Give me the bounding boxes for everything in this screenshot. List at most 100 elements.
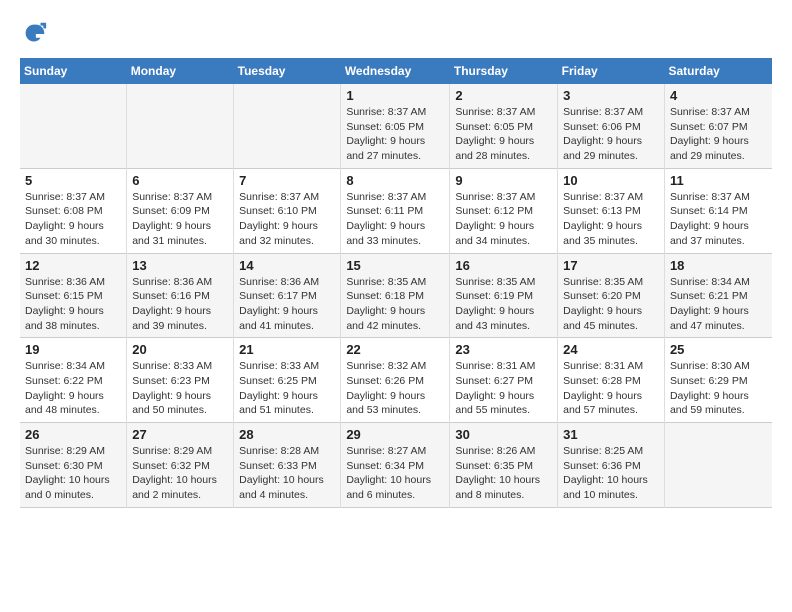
day-number: 10 <box>563 173 659 188</box>
calendar-cell: 4 Sunrise: 8:37 AM Sunset: 6:07 PM Daylig… <box>664 84 772 168</box>
day-number: 4 <box>670 88 767 103</box>
calendar-cell: 3 Sunrise: 8:37 AM Sunset: 6:06 PM Daylig… <box>558 84 665 168</box>
day-info: Sunrise: 8:36 AM Sunset: 6:16 PM Dayligh… <box>132 275 228 334</box>
day-number: 19 <box>25 342 121 357</box>
day-info: Sunrise: 8:34 AM Sunset: 6:22 PM Dayligh… <box>25 359 121 418</box>
day-info: Sunrise: 8:27 AM Sunset: 6:34 PM Dayligh… <box>346 444 444 503</box>
calendar-cell: 29 Sunrise: 8:27 AM Sunset: 6:34 PM Dayli… <box>341 423 450 508</box>
weekday-header: Sunday <box>20 58 127 84</box>
day-number: 8 <box>346 173 444 188</box>
weekday-header: Thursday <box>450 58 558 84</box>
weekday-header: Wednesday <box>341 58 450 84</box>
day-number: 3 <box>563 88 659 103</box>
calendar-cell <box>20 84 127 168</box>
day-number: 28 <box>239 427 335 442</box>
calendar-cell: 17 Sunrise: 8:35 AM Sunset: 6:20 PM Dayli… <box>558 253 665 338</box>
calendar-week-row: 12 Sunrise: 8:36 AM Sunset: 6:15 PM Dayli… <box>20 253 772 338</box>
day-info: Sunrise: 8:35 AM Sunset: 6:18 PM Dayligh… <box>346 275 444 334</box>
day-info: Sunrise: 8:35 AM Sunset: 6:19 PM Dayligh… <box>455 275 552 334</box>
calendar-cell: 23Sunrise: 8:31 AM Sunset: 6:27 PM Dayli… <box>450 338 558 423</box>
calendar-cell: 15Sunrise: 8:35 AM Sunset: 6:18 PM Dayli… <box>341 253 450 338</box>
calendar-week-row: 5 Sunrise: 8:37 AM Sunset: 6:08 PM Daylig… <box>20 168 772 253</box>
calendar-cell: 31 Sunrise: 8:25 AM Sunset: 6:36 PM Dayli… <box>558 423 665 508</box>
calendar-cell <box>127 84 234 168</box>
day-number: 22 <box>346 342 444 357</box>
weekday-header: Monday <box>127 58 234 84</box>
calendar-cell: 27Sunrise: 8:29 AM Sunset: 6:32 PM Dayli… <box>127 423 234 508</box>
day-info: Sunrise: 8:36 AM Sunset: 6:15 PM Dayligh… <box>25 275 121 334</box>
day-info: Sunrise: 8:37 AM Sunset: 6:06 PM Dayligh… <box>563 105 659 164</box>
day-number: 2 <box>455 88 552 103</box>
day-number: 5 <box>25 173 121 188</box>
calendar-cell: 6Sunrise: 8:37 AM Sunset: 6:09 PM Daylig… <box>127 168 234 253</box>
day-info: Sunrise: 8:33 AM Sunset: 6:23 PM Dayligh… <box>132 359 228 418</box>
calendar-cell: 19 Sunrise: 8:34 AM Sunset: 6:22 PM Dayli… <box>20 338 127 423</box>
day-number: 1 <box>346 88 444 103</box>
day-number: 11 <box>670 173 767 188</box>
calendar-week-row: 26 Sunrise: 8:29 AM Sunset: 6:30 PM Dayli… <box>20 423 772 508</box>
day-number: 29 <box>346 427 444 442</box>
calendar-cell: 25Sunrise: 8:30 AM Sunset: 6:29 PM Dayli… <box>664 338 772 423</box>
calendar-cell: 8Sunrise: 8:37 AM Sunset: 6:11 PM Daylig… <box>341 168 450 253</box>
day-number: 20 <box>132 342 228 357</box>
calendar-cell: 22 Sunrise: 8:32 AM Sunset: 6:26 PM Dayli… <box>341 338 450 423</box>
day-info: Sunrise: 8:36 AM Sunset: 6:17 PM Dayligh… <box>239 275 335 334</box>
day-info: Sunrise: 8:29 AM Sunset: 6:30 PM Dayligh… <box>25 444 121 503</box>
day-number: 18 <box>670 258 767 273</box>
day-number: 7 <box>239 173 335 188</box>
calendar-body: 1 Sunrise: 8:37 AM Sunset: 6:05 PM Daylig… <box>20 84 772 507</box>
day-number: 17 <box>563 258 659 273</box>
day-number: 31 <box>563 427 659 442</box>
logo-icon <box>20 20 48 48</box>
day-info: Sunrise: 8:28 AM Sunset: 6:33 PM Dayligh… <box>239 444 335 503</box>
day-info: Sunrise: 8:31 AM Sunset: 6:28 PM Dayligh… <box>563 359 659 418</box>
day-info: Sunrise: 8:32 AM Sunset: 6:26 PM Dayligh… <box>346 359 444 418</box>
day-info: Sunrise: 8:37 AM Sunset: 6:13 PM Dayligh… <box>563 190 659 249</box>
calendar-cell: 24 Sunrise: 8:31 AM Sunset: 6:28 PM Dayli… <box>558 338 665 423</box>
day-info: Sunrise: 8:37 AM Sunset: 6:14 PM Dayligh… <box>670 190 767 249</box>
day-info: Sunrise: 8:37 AM Sunset: 6:05 PM Dayligh… <box>346 105 444 164</box>
calendar-cell: 18Sunrise: 8:34 AM Sunset: 6:21 PM Dayli… <box>664 253 772 338</box>
calendar-cell: 16 Sunrise: 8:35 AM Sunset: 6:19 PM Dayli… <box>450 253 558 338</box>
day-number: 14 <box>239 258 335 273</box>
calendar-cell: 5 Sunrise: 8:37 AM Sunset: 6:08 PM Daylig… <box>20 168 127 253</box>
day-number: 12 <box>25 258 121 273</box>
calendar-header: SundayMondayTuesdayWednesdayThursdayFrid… <box>20 58 772 84</box>
day-info: Sunrise: 8:29 AM Sunset: 6:32 PM Dayligh… <box>132 444 228 503</box>
weekday-header: Friday <box>558 58 665 84</box>
day-info: Sunrise: 8:25 AM Sunset: 6:36 PM Dayligh… <box>563 444 659 503</box>
calendar-week-row: 1 Sunrise: 8:37 AM Sunset: 6:05 PM Daylig… <box>20 84 772 168</box>
day-info: Sunrise: 8:33 AM Sunset: 6:25 PM Dayligh… <box>239 359 335 418</box>
weekday-header: Saturday <box>664 58 772 84</box>
day-info: Sunrise: 8:37 AM Sunset: 6:09 PM Dayligh… <box>132 190 228 249</box>
calendar-cell: 10 Sunrise: 8:37 AM Sunset: 6:13 PM Dayli… <box>558 168 665 253</box>
day-info: Sunrise: 8:37 AM Sunset: 6:10 PM Dayligh… <box>239 190 335 249</box>
calendar-cell: 9 Sunrise: 8:37 AM Sunset: 6:12 PM Daylig… <box>450 168 558 253</box>
day-number: 30 <box>455 427 552 442</box>
day-info: Sunrise: 8:35 AM Sunset: 6:20 PM Dayligh… <box>563 275 659 334</box>
day-info: Sunrise: 8:37 AM Sunset: 6:08 PM Dayligh… <box>25 190 121 249</box>
day-number: 13 <box>132 258 228 273</box>
calendar-cell: 11 Sunrise: 8:37 AM Sunset: 6:14 PM Dayli… <box>664 168 772 253</box>
calendar-cell <box>664 423 772 508</box>
day-number: 25 <box>670 342 767 357</box>
calendar-cell <box>234 84 341 168</box>
day-info: Sunrise: 8:26 AM Sunset: 6:35 PM Dayligh… <box>455 444 552 503</box>
calendar-cell: 7 Sunrise: 8:37 AM Sunset: 6:10 PM Daylig… <box>234 168 341 253</box>
calendar-cell: 12 Sunrise: 8:36 AM Sunset: 6:15 PM Dayli… <box>20 253 127 338</box>
day-number: 23 <box>455 342 552 357</box>
day-number: 26 <box>25 427 121 442</box>
day-number: 16 <box>455 258 552 273</box>
day-number: 24 <box>563 342 659 357</box>
day-number: 21 <box>239 342 335 357</box>
calendar-cell: 2Sunrise: 8:37 AM Sunset: 6:05 PM Daylig… <box>450 84 558 168</box>
weekday-row: SundayMondayTuesdayWednesdayThursdayFrid… <box>20 58 772 84</box>
calendar-cell: 20 Sunrise: 8:33 AM Sunset: 6:23 PM Dayli… <box>127 338 234 423</box>
calendar-cell: 13 Sunrise: 8:36 AM Sunset: 6:16 PM Dayli… <box>127 253 234 338</box>
calendar-cell: 14 Sunrise: 8:36 AM Sunset: 6:17 PM Dayli… <box>234 253 341 338</box>
calendar-table: SundayMondayTuesdayWednesdayThursdayFrid… <box>20 58 772 508</box>
day-info: Sunrise: 8:37 AM Sunset: 6:12 PM Dayligh… <box>455 190 552 249</box>
day-info: Sunrise: 8:37 AM Sunset: 6:07 PM Dayligh… <box>670 105 767 164</box>
day-number: 9 <box>455 173 552 188</box>
weekday-header: Tuesday <box>234 58 341 84</box>
